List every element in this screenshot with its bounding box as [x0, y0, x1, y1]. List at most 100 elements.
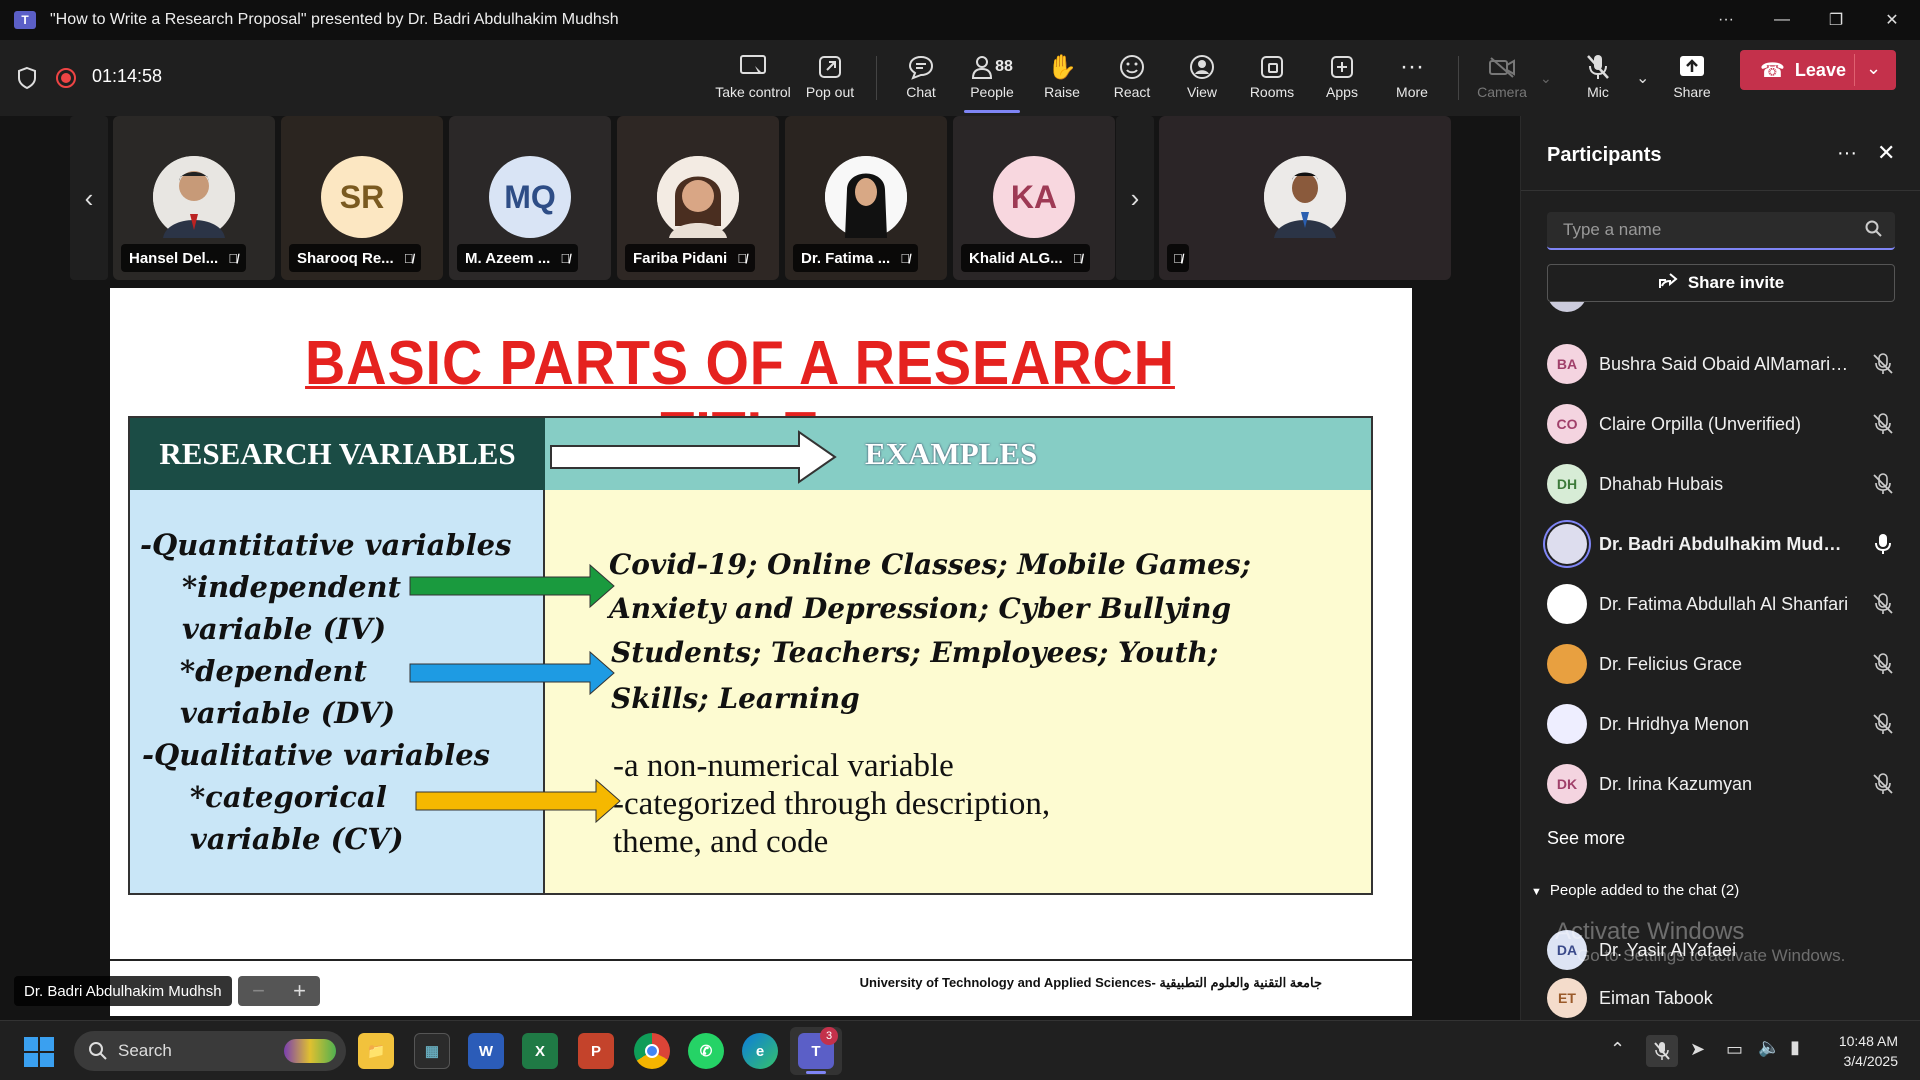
take-control-button[interactable]: Take control — [715, 52, 791, 108]
view-button[interactable]: View — [1166, 52, 1238, 108]
video-tile[interactable]: MQ M. Azeem ... 🎙̸ — [449, 116, 611, 280]
close-window-button[interactable]: ✕ — [1864, 0, 1920, 40]
cv-definition-1: -a non-numerical variable — [613, 748, 954, 784]
participant-row[interactable]: Dr. Badri Abdulhakim Mudhsh — [1547, 520, 1897, 568]
raise-hand-button[interactable]: ✋ Raise — [1026, 52, 1098, 108]
file-explorer-icon[interactable]: 📁 — [358, 1033, 394, 1069]
chat-button[interactable]: Chat — [885, 52, 957, 108]
hand-icon: ✋ — [1047, 53, 1077, 81]
leave-button[interactable]: ☎ Leave ⌄ — [1740, 50, 1896, 90]
minimize-button[interactable]: — — [1754, 0, 1810, 40]
camera-button[interactable]: Camera — [1466, 52, 1538, 108]
video-tile[interactable]: SR Sharooq Re... 🎙̸ — [281, 116, 443, 280]
share-button[interactable]: Share — [1656, 52, 1728, 108]
mic-off-icon: 🎙̸ — [1072, 250, 1083, 266]
more-options-icon[interactable]: ··· — [1698, 0, 1754, 40]
word-icon[interactable]: W — [468, 1033, 504, 1069]
mic-off-icon: 🎙̸ — [737, 250, 747, 266]
share-invite-button[interactable]: Share invite — [1547, 264, 1895, 302]
camera-options-chevron-icon[interactable]: ⌄ — [1540, 70, 1552, 87]
scroll-left-icon[interactable]: ‹ — [70, 116, 108, 280]
participant-search-input[interactable]: Type a name — [1547, 212, 1895, 250]
participant-row[interactable]: Dr. Hridhya Menon — [1547, 700, 1897, 748]
video-tile[interactable]: Hansel Del... 🎙̸ — [113, 116, 275, 280]
close-panel-icon[interactable]: ✕ — [1877, 140, 1895, 166]
rooms-button[interactable]: Rooms — [1236, 52, 1308, 108]
pop-out-button[interactable]: Pop out — [794, 52, 866, 108]
zoom-in-icon[interactable]: + — [293, 978, 306, 1004]
avatar: BA — [1547, 344, 1587, 384]
volume-icon[interactable]: 🔈 — [1758, 1037, 1780, 1058]
mic-off-icon — [1585, 52, 1611, 82]
mic-off-icon — [1871, 772, 1895, 796]
avatar: MQ — [489, 156, 571, 238]
tile-name-label: Khalid ALG... 🎙̸ — [961, 244, 1091, 272]
participant-row[interactable]: DK Dr. Irina Kazumyan — [1547, 760, 1897, 808]
tile-name-label: Dr. Fatima ... 🎙̸ — [793, 244, 918, 272]
window-title: "How to Write a Research Proposal" prese… — [50, 11, 619, 28]
leave-options-chevron-icon[interactable]: ⌄ — [1866, 58, 1881, 79]
scroll-right-icon[interactable]: › — [1116, 116, 1154, 280]
avatar: DH — [1547, 464, 1587, 504]
react-button[interactable]: React — [1096, 52, 1168, 108]
tile-name-label: Hansel Del... 🎙̸ — [121, 244, 246, 272]
participant-row[interactable]: BA Bushra Said Obaid AlMamari.S... — [1547, 340, 1897, 388]
participant-row[interactable]: Dr. Felicius Grace — [1547, 640, 1897, 688]
cv-definition-2: -categorized through description, — [613, 786, 1051, 822]
store-icon[interactable]: ▦ — [414, 1033, 450, 1069]
mic-off-tray-icon[interactable] — [1646, 1035, 1678, 1067]
green-arrow-icon — [409, 563, 615, 609]
apps-button[interactable]: Apps — [1306, 52, 1378, 108]
network-icon[interactable]: ▭ — [1726, 1039, 1743, 1060]
people-button[interactable]: 88 People — [956, 52, 1028, 113]
video-tile[interactable]: Dr. Fatima ... 🎙̸ — [785, 116, 947, 280]
chrome-icon[interactable] — [634, 1033, 670, 1069]
dv-examples-1: Students; Teachers; Employees; Youth; — [611, 636, 1219, 669]
share-icon — [1658, 272, 1678, 295]
participant-name: Dr. Felicius Grace — [1599, 653, 1743, 674]
blue-arrow-icon — [409, 650, 615, 696]
mic-button[interactable]: Mic — [1562, 52, 1634, 108]
cv-label-2: variable (CV) — [190, 822, 404, 856]
more-button[interactable]: ··· More — [1376, 52, 1448, 108]
windows-start-icon[interactable] — [24, 1037, 54, 1072]
mic-options-chevron-icon[interactable]: ⌄ — [1636, 68, 1649, 88]
dv-label-2: variable (DV) — [180, 696, 396, 730]
participant-row[interactable]: CO Claire Orpilla (Unverified) — [1547, 400, 1897, 448]
added-people-header[interactable]: ▼ People added to the chat (2) — [1531, 882, 1739, 899]
taskbar-search-box[interactable]: Search — [74, 1031, 346, 1071]
people-count: 88 — [995, 58, 1013, 75]
video-tile[interactable]: Fariba Pidani 🎙̸ — [617, 116, 779, 280]
chevron-up-icon[interactable]: ⌃ — [1610, 1039, 1625, 1060]
participant-name: Dr. Fatima Abdullah Al Shanfari — [1599, 593, 1849, 614]
participant-row[interactable]: DH Dhahab Hubais — [1547, 460, 1897, 508]
zoom-out-icon[interactable]: − — [252, 978, 265, 1004]
mic-off-icon: 🎙̸ — [403, 250, 414, 266]
battery-icon[interactable]: ▮ — [1790, 1037, 1800, 1058]
restore-button[interactable]: ❐ — [1808, 0, 1864, 40]
powerpoint-icon[interactable]: P — [578, 1033, 614, 1069]
participant-row[interactable]: Dr. Fatima Abdullah Al Shanfari — [1547, 580, 1897, 628]
pop-out-icon — [817, 52, 843, 82]
location-icon[interactable]: ➤ — [1690, 1039, 1705, 1060]
panel-more-icon[interactable]: ··· — [1837, 142, 1857, 165]
whatsapp-icon[interactable]: ✆ — [688, 1033, 724, 1069]
see-more-link[interactable]: See more — [1547, 828, 1625, 849]
participant-name: Eiman Tabook — [1599, 987, 1713, 1008]
edge-icon[interactable]: e — [742, 1033, 778, 1069]
share-icon — [1678, 52, 1706, 82]
excel-icon[interactable]: X — [522, 1033, 558, 1069]
title-bar: T "How to Write a Research Proposal" pre… — [0, 0, 1920, 40]
video-tile[interactable]: KA Khalid ALG... 🎙̸ — [953, 116, 1115, 280]
tile-name-label: 🎙̸ — [1167, 244, 1189, 272]
table-header-examples-cell: EXAMPLES — [545, 418, 1371, 490]
list-item[interactable]: ET Eiman Tabook — [1547, 978, 1897, 1018]
take-control-icon — [739, 52, 767, 82]
shield-icon[interactable] — [16, 66, 38, 90]
taskbar-clock[interactable]: 10:48 AM 3/4/2025 — [1839, 1031, 1898, 1071]
video-tile[interactable]: 🎙̸ — [1159, 116, 1451, 280]
teams-taskbar-button[interactable]: T 3 — [790, 1027, 842, 1075]
mic-off-icon — [1871, 352, 1895, 376]
avatar: CO — [1547, 404, 1587, 444]
avatar — [1547, 704, 1587, 744]
